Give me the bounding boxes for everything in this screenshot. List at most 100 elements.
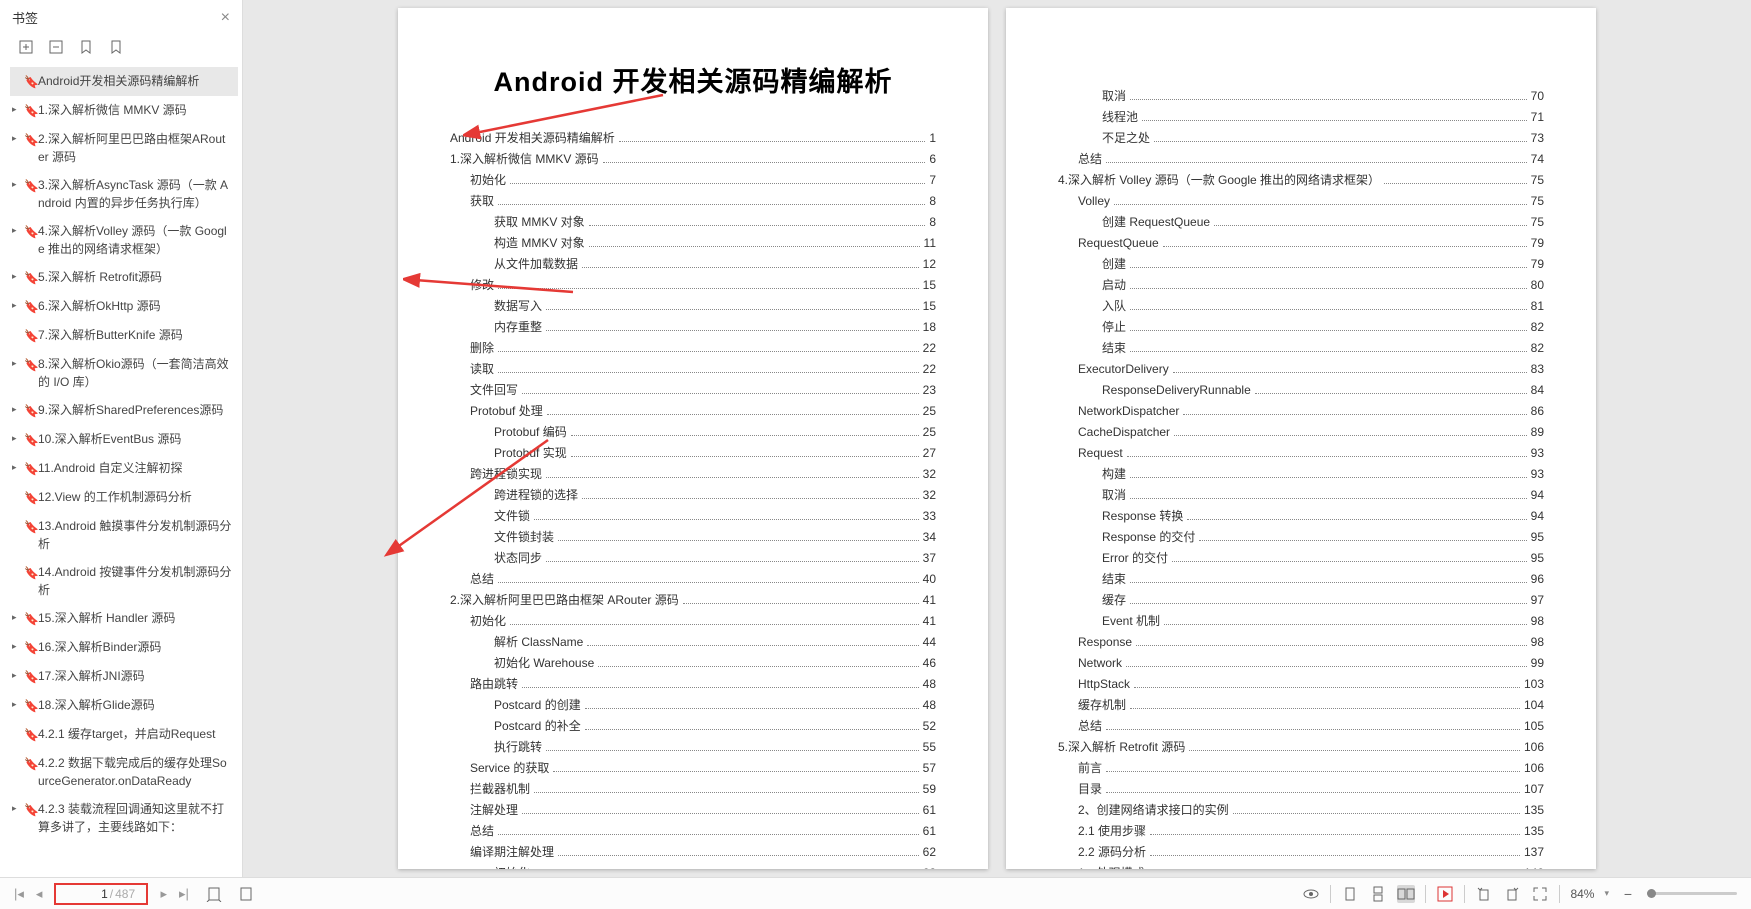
toc-row[interactable]: 结束82 xyxy=(1058,339,1544,357)
bookmark-item[interactable]: ▸🔖16.深入解析Binder源码 xyxy=(10,633,238,662)
expand-icon[interactable]: ▸ xyxy=(12,638,22,654)
zoom-percent[interactable]: 84% xyxy=(1570,887,1594,901)
bookmark-item[interactable]: ▸🔖2.深入解析阿里巴巴路由框架ARouter 源码 xyxy=(10,125,238,171)
toc-row[interactable]: Postcard 的补全52 xyxy=(450,717,936,735)
zoom-dropdown-icon[interactable]: ▾ xyxy=(1604,888,1609,899)
toc-row[interactable]: Postcard 的创建48 xyxy=(450,696,936,714)
bookmark-item[interactable]: ▸🔖4.2.3 装载流程回调通知这里就不打算多讲了，主要线路如下： xyxy=(10,795,238,841)
toc-row[interactable]: 总结105 xyxy=(1058,717,1544,735)
toc-row[interactable]: 初始化7 xyxy=(450,171,936,189)
toc-row[interactable]: Volley75 xyxy=(1058,192,1544,210)
bookmark-item[interactable]: ▸🔖5.深入解析 Retrofit源码 xyxy=(10,263,238,292)
toc-row[interactable]: 总结61 xyxy=(450,822,936,840)
toc-row[interactable]: Protobuf 编码25 xyxy=(450,423,936,441)
toc-row[interactable]: 文件锁封装34 xyxy=(450,528,936,546)
toc-row[interactable]: 2.1 使用步骤 135 xyxy=(1058,822,1544,840)
toc-row[interactable]: 2.深入解析阿里巴巴路由框架 ARouter 源码41 xyxy=(450,591,936,609)
last-page-button[interactable]: ▸| xyxy=(179,886,189,902)
toc-row[interactable]: 前言106 xyxy=(1058,759,1544,777)
bookmark-item[interactable]: 🔖12.View 的工作机制源码分析 xyxy=(10,483,238,512)
toc-row[interactable]: 注解处理61 xyxy=(450,801,936,819)
toc-row[interactable]: 创建79 xyxy=(1058,255,1544,273)
toc-row[interactable]: 文件锁33 xyxy=(450,507,936,525)
bookmark-add-icon[interactable] xyxy=(78,39,94,55)
toc-row[interactable]: 1、外观模式 140 xyxy=(1058,864,1544,869)
close-icon[interactable]: × xyxy=(221,9,230,27)
toc-row[interactable]: Event 机制98 xyxy=(1058,612,1544,630)
collapse-all-icon[interactable] xyxy=(48,39,64,55)
bookmark-item[interactable]: 🔖4.2.2 数据下载完成后的缓存处理SourceGenerator.onDat… xyxy=(10,749,238,795)
toc-row[interactable]: 初始化41 xyxy=(450,612,936,630)
expand-icon[interactable] xyxy=(12,725,22,727)
rotate-right-icon[interactable] xyxy=(1503,885,1521,903)
toc-row[interactable]: 编译期注解处理62 xyxy=(450,843,936,861)
bookmark-item[interactable]: 🔖Android开发相关源码精编解析 xyxy=(10,67,238,96)
expand-icon[interactable]: ▸ xyxy=(12,101,22,117)
bookmark-item[interactable]: ▸🔖15.深入解析 Handler 源码 xyxy=(10,604,238,633)
bookmark-item[interactable]: ▸🔖11.Android 自定义注解初探 xyxy=(10,454,238,483)
expand-icon[interactable]: ▸ xyxy=(12,297,22,313)
toc-row[interactable]: ResponseDeliveryRunnable84 xyxy=(1058,381,1544,399)
continuous-page-icon[interactable] xyxy=(1369,885,1387,903)
toc-row[interactable]: Network99 xyxy=(1058,654,1544,672)
expand-icon[interactable] xyxy=(12,517,22,519)
expand-icon[interactable] xyxy=(12,563,22,565)
expand-icon[interactable] xyxy=(12,754,22,756)
toc-row[interactable]: 构造 MMKV 对象11 xyxy=(450,234,936,252)
toc-row[interactable]: Response98 xyxy=(1058,633,1544,651)
toc-row[interactable]: Android 开发相关源码精编解析1 xyxy=(450,129,936,147)
toc-row[interactable]: 跨进程锁实现32 xyxy=(450,465,936,483)
toc-row[interactable]: 总结40 xyxy=(450,570,936,588)
toc-row[interactable]: 取消94 xyxy=(1058,486,1544,504)
next-page-button[interactable]: ▸ xyxy=(160,886,167,902)
expand-icon[interactable]: ▸ xyxy=(12,430,22,446)
toc-row[interactable]: 线程池71 xyxy=(1058,108,1544,126)
toc-row[interactable]: 读取22 xyxy=(450,360,936,378)
two-page-icon[interactable] xyxy=(1397,885,1415,903)
toc-row[interactable]: Protobuf 实现27 xyxy=(450,444,936,462)
toc-row[interactable]: 内存重整18 xyxy=(450,318,936,336)
toc-row[interactable]: 执行跳转55 xyxy=(450,738,936,756)
toc-row[interactable]: Response 转换94 xyxy=(1058,507,1544,525)
toc-row[interactable]: 修改15 xyxy=(450,276,936,294)
toc-row[interactable]: 文件回写23 xyxy=(450,381,936,399)
expand-icon[interactable]: ▸ xyxy=(12,401,22,417)
page-number-box[interactable]: 1/487 xyxy=(54,883,148,905)
toc-row[interactable]: 目录107 xyxy=(1058,780,1544,798)
expand-all-icon[interactable] xyxy=(18,39,34,55)
toc-row[interactable]: 初始化62 xyxy=(450,864,936,869)
fit-width-icon[interactable] xyxy=(237,885,255,903)
expand-icon[interactable]: ▸ xyxy=(12,667,22,683)
bookmark-item[interactable]: ▸🔖3.深入解析AsyncTask 源码（一款 Android 内置的异步任务执… xyxy=(10,171,238,217)
toc-row[interactable]: 获取 MMKV 对象8 xyxy=(450,213,936,231)
single-page-icon[interactable] xyxy=(1341,885,1359,903)
toc-row[interactable]: 入队81 xyxy=(1058,297,1544,315)
expand-icon[interactable]: ▸ xyxy=(12,130,22,146)
expand-icon[interactable]: ▸ xyxy=(12,176,22,192)
toc-row[interactable]: CacheDispatcher89 xyxy=(1058,423,1544,441)
expand-icon[interactable]: ▸ xyxy=(12,609,22,625)
fit-page-icon[interactable] xyxy=(205,885,223,903)
first-page-button[interactable]: |◂ xyxy=(14,886,24,902)
bookmark-icon[interactable] xyxy=(108,39,124,55)
toc-row[interactable]: 解析 ClassName44 xyxy=(450,633,936,651)
toc-row[interactable]: Error 的交付95 xyxy=(1058,549,1544,567)
expand-icon[interactable] xyxy=(12,488,22,490)
toc-row[interactable]: ExecutorDelivery83 xyxy=(1058,360,1544,378)
toc-row[interactable]: 1.深入解析微信 MMKV 源码6 xyxy=(450,150,936,168)
toc-row[interactable]: 构建93 xyxy=(1058,465,1544,483)
rotate-left-icon[interactable] xyxy=(1475,885,1493,903)
expand-icon[interactable] xyxy=(12,72,22,74)
document-viewport[interactable]: Android 开发相关源码精编解析 Android 开发相关源码精编解析11.… xyxy=(243,0,1751,877)
expand-icon[interactable] xyxy=(12,326,22,328)
expand-icon[interactable]: ▸ xyxy=(12,268,22,284)
expand-icon[interactable]: ▸ xyxy=(12,355,22,371)
toc-row[interactable]: Response 的交付95 xyxy=(1058,528,1544,546)
play-icon[interactable] xyxy=(1436,885,1454,903)
toc-row[interactable]: 停止82 xyxy=(1058,318,1544,336)
toc-row[interactable]: 2、创建网络请求接口的实例 135 xyxy=(1058,801,1544,819)
toc-row[interactable]: 5.深入解析 Retrofit 源码106 xyxy=(1058,738,1544,756)
expand-icon[interactable]: ▸ xyxy=(12,459,22,475)
toc-row[interactable]: 获取8 xyxy=(450,192,936,210)
toc-row[interactable]: NetworkDispatcher86 xyxy=(1058,402,1544,420)
